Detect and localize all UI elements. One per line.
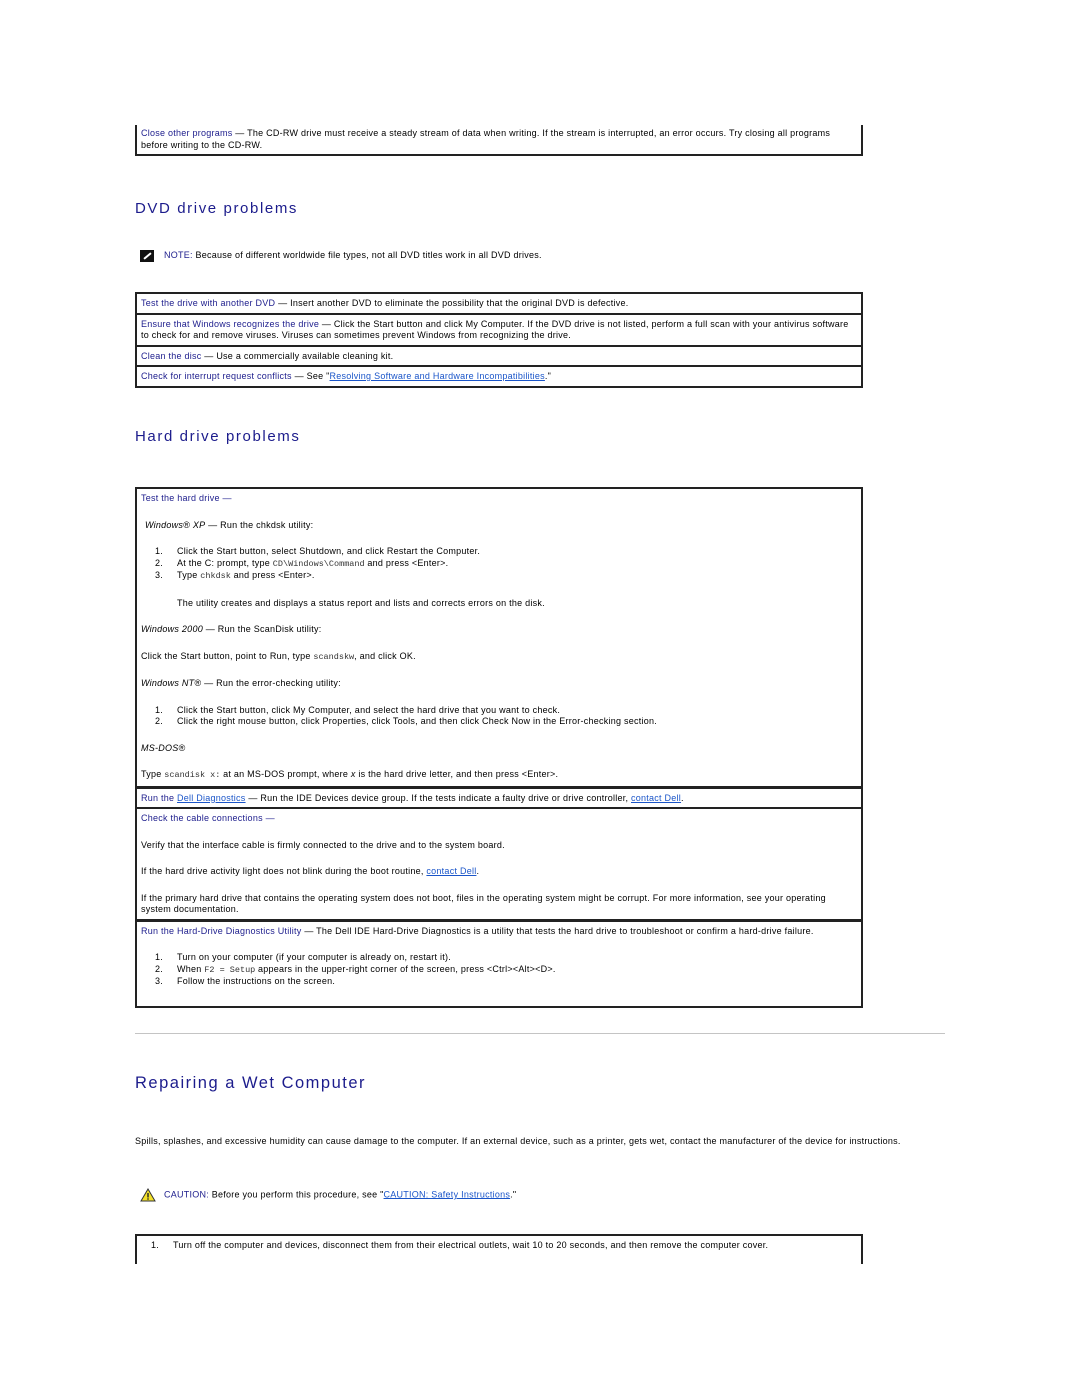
hdd-diag-steps: 1. Turn on your computer (if your compute…: [141, 952, 857, 988]
dvd-tip-row: Clean the disc — Use a commercially avai…: [137, 344, 861, 366]
wet-computer-heading: Repairing a Wet Computer: [135, 1074, 367, 1092]
step: 3. Follow the instructions on the screen.: [155, 976, 336, 986]
tip-title: Test the drive with another DVD: [141, 298, 276, 308]
dvd-section-heading: DVD drive problems: [135, 200, 299, 217]
dell-diagnostics-link[interactable]: Dell Diagnostics: [177, 793, 246, 803]
step: 2. Click the right mouse button, click Pr…: [155, 716, 658, 726]
xp-steps: 1. Click the Start button, select Shutdow…: [141, 546, 857, 583]
wet-intro: Spills, splashes, and excessive humidity…: [135, 1136, 901, 1146]
tip-title: Run the Hard-Drive Diagnostics Utility: [141, 925, 302, 936]
safety-instructions-link[interactable]: CAUTION: Safety Instructions: [384, 1189, 511, 1199]
step: 2. At the C: prompt, type CD\Windows\Comm…: [155, 557, 449, 569]
wet-steps-table: 1. Turn off the computer and devices, dis…: [135, 1234, 863, 1264]
tip-title: Ensure that Windows recognizes the drive: [141, 318, 320, 329]
step: 1. Click the Start button, click My Compu…: [155, 704, 561, 715]
tip-title: Close other programs: [141, 128, 233, 138]
section-divider: [135, 1033, 945, 1034]
tip-close-programs: Close other programs — The CD-RW drive m…: [137, 125, 861, 156]
step: 1. Turn off the computer and devices, dis…: [151, 1240, 769, 1250]
contact-dell-link[interactable]: contact Dell: [426, 866, 476, 876]
dvd-tips-table: Test the drive with another DVD — Insert…: [135, 292, 863, 388]
tip-title: Clean the disc: [141, 350, 202, 361]
wet-step-row: 1. Turn off the computer and devices, dis…: [137, 1234, 861, 1255]
dell-diagnostics-row: Run the Dell Diagnostics — Run the IDE D…: [137, 785, 861, 808]
contact-dell-link[interactable]: contact Dell: [631, 793, 681, 803]
hard-drive-diagnostics-row: Run the Hard-Drive Diagnostics Utility —…: [137, 918, 861, 1008]
note-label: NOTE:: [164, 250, 193, 260]
dvd-note: NOTE: Because of different worldwide fil…: [140, 249, 542, 262]
tip-text: Insert another DVD to eliminate the poss…: [290, 298, 629, 308]
dvd-tip-row: Ensure that Windows recognizes the drive…: [137, 312, 861, 345]
hard-drive-section-heading: Hard drive problems: [135, 428, 301, 445]
note-text: Because of different worldwide file type…: [192, 250, 542, 260]
hard-drive-tips-table: Test the hard drive — Windows® XP — Run …: [135, 487, 863, 1008]
caution-label: CAUTION:: [164, 1189, 210, 1200]
cd-rw-tips-table: Close other programs — The CD-RW drive m…: [135, 125, 863, 156]
tip-title: Test the hard drive: [141, 493, 220, 503]
tip-text: Use a commercially available cleaning ki…: [216, 350, 394, 361]
dvd-tip-row: Test the drive with another DVD — Insert…: [137, 292, 861, 313]
step: 1. Turn on your computer (if your compute…: [155, 952, 452, 962]
tip-title: Check for interrupt request conflicts: [141, 371, 292, 381]
incompatibilities-link[interactable]: Resolving Software and Hardware Incompat…: [330, 371, 545, 381]
cable-connections-row: Check the cable connections — Verify tha…: [137, 807, 861, 919]
step: 2. When F2 = Setup appears in the upper-r…: [155, 963, 556, 975]
step: 3. Type chkdsk and press <Enter>.: [155, 570, 315, 581]
dvd-tip-row: Check for interrupt request conflicts — …: [137, 365, 861, 388]
note-pencil-icon: [140, 249, 154, 262]
tip-title: Check the cable connections: [141, 813, 263, 823]
caution-warning-icon: [140, 1188, 156, 1202]
nt-steps: 1. Click the Start button, click My Compu…: [141, 705, 857, 728]
step: 1. Click the Start button, select Shutdow…: [155, 546, 481, 556]
test-hard-drive-row: Test the hard drive — Windows® XP — Run …: [137, 487, 861, 786]
wet-caution: CAUTION: Before you perform this procedu…: [140, 1188, 516, 1202]
